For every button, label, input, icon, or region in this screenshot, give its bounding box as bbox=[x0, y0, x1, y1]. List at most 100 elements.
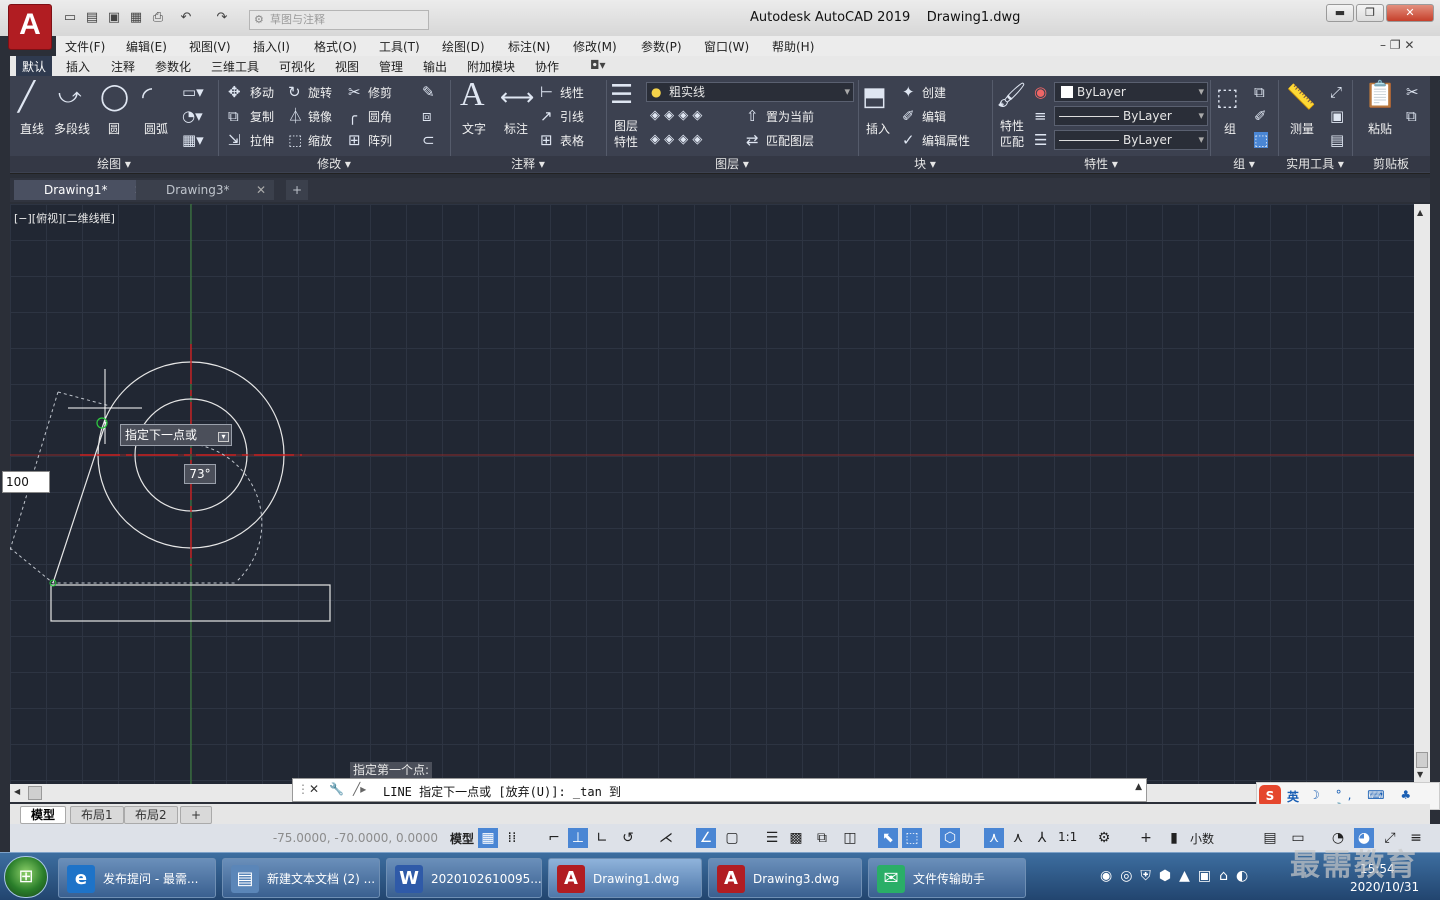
color-dropdown[interactable]: ByLayer bbox=[1054, 82, 1208, 102]
new-tab-button[interactable]: + bbox=[286, 180, 308, 200]
grid-icon[interactable]: ▦ bbox=[478, 828, 498, 848]
system-tray-icons[interactable]: ◉◎⛨⬢▲▣⌂◐ bbox=[1100, 868, 1256, 884]
menu-edit[interactable]: 编辑(E) bbox=[126, 38, 167, 55]
line-tool-label[interactable]: 直线 bbox=[20, 120, 44, 137]
text-label[interactable]: 文字 bbox=[462, 120, 486, 137]
open-file-icon[interactable]: ▤ bbox=[84, 10, 100, 26]
annotation-scale[interactable]: 1:1 bbox=[1058, 830, 1077, 844]
stretch-icon[interactable]: ⇲ bbox=[228, 132, 241, 148]
transparency-icon[interactable]: ▩ bbox=[786, 828, 806, 848]
menu-help[interactable]: 帮助(H) bbox=[772, 38, 814, 55]
dynamic-input-icon[interactable]: ⊥ bbox=[568, 828, 588, 848]
annotation-scale-icon[interactable]: ⅄ bbox=[1032, 828, 1052, 848]
move-icon[interactable]: ✥ bbox=[228, 84, 241, 100]
menu-draw[interactable]: 绘图(D) bbox=[442, 38, 485, 55]
taskbar-item-drawing1[interactable]: A Drawing1.dwg bbox=[548, 858, 702, 898]
move-label[interactable]: 移动 bbox=[250, 84, 274, 101]
panel-properties[interactable]: 特性 ▾ bbox=[992, 156, 1210, 172]
panel-draw[interactable]: 绘图 ▾ bbox=[10, 156, 218, 172]
mirror-icon[interactable]: ⏃ bbox=[288, 108, 303, 124]
set-current-label[interactable]: 置为当前 bbox=[766, 108, 814, 125]
hatch-icon[interactable]: ◔▾ bbox=[182, 108, 203, 124]
undo-icon[interactable]: ↶ bbox=[178, 10, 194, 26]
workspace-gear-icon[interactable]: ⚙ bbox=[1094, 828, 1114, 848]
offset-icon[interactable]: ⊂ bbox=[422, 132, 435, 148]
panel-groups[interactable]: 组 ▾ bbox=[1210, 156, 1278, 172]
select-all-icon[interactable]: ▣ bbox=[1330, 108, 1344, 124]
trim-icon[interactable]: ✂ bbox=[348, 84, 361, 100]
tab-addins[interactable]: 附加模块 bbox=[467, 58, 515, 75]
array-icon[interactable]: ⊞ bbox=[348, 132, 361, 148]
scale-icon[interactable]: ⬚ bbox=[288, 132, 302, 148]
minimize-button[interactable]: ▬ bbox=[1326, 4, 1354, 22]
tab-parametric[interactable]: 参数化 bbox=[155, 58, 191, 75]
edit-label[interactable]: 编辑 bbox=[922, 108, 946, 125]
tab-default[interactable]: 默认 bbox=[16, 56, 53, 76]
menu-insert[interactable]: 插入(I) bbox=[253, 38, 290, 55]
circle-icon[interactable]: ◯ bbox=[100, 82, 129, 112]
menu-format[interactable]: 格式(O) bbox=[314, 38, 357, 55]
3d-osnap-icon[interactable]: ◫ bbox=[840, 828, 860, 848]
taskbar-item-browser[interactable]: e 发布提问 - 最需... bbox=[58, 858, 216, 898]
rectangle-icon[interactable]: ▭▾ bbox=[182, 84, 204, 100]
quick-select-icon[interactable]: ⤢ bbox=[1330, 84, 1342, 100]
taskbar-item-notepad[interactable]: ▤ 新建文本文档 (2) ... bbox=[222, 858, 380, 898]
gradient-icon[interactable]: ▦▾ bbox=[182, 132, 204, 148]
start-button[interactable]: ⊞ bbox=[4, 856, 48, 898]
selection-cycling-icon[interactable]: ⧉ bbox=[812, 828, 832, 848]
copy-clip-icon[interactable]: ⧉ bbox=[1406, 108, 1417, 124]
menu-dimension[interactable]: 标注(N) bbox=[508, 38, 550, 55]
copy-label[interactable]: 复制 bbox=[250, 108, 274, 125]
customize-icon[interactable]: 🔧 bbox=[329, 782, 344, 796]
copy-icon[interactable]: ⧉ bbox=[228, 108, 239, 124]
explode-icon[interactable]: ⧈ bbox=[422, 108, 432, 124]
text-icon[interactable]: A bbox=[460, 78, 485, 112]
quick-properties-icon[interactable]: ▤ bbox=[1260, 828, 1280, 848]
tab-visualize[interactable]: 可视化 bbox=[279, 58, 315, 75]
history-toggle-icon[interactable]: ▲ bbox=[1135, 782, 1142, 792]
rotate-label[interactable]: 旋转 bbox=[308, 84, 332, 101]
close-icon[interactable]: ✕ bbox=[256, 180, 266, 200]
close-button[interactable]: ✕ bbox=[1386, 4, 1434, 22]
create-label[interactable]: 创建 bbox=[922, 84, 946, 101]
lineweight-icon[interactable]: ☰ bbox=[1034, 132, 1047, 148]
arc-tool-label[interactable]: 圆弧 bbox=[144, 120, 168, 137]
stretch-label[interactable]: 拉伸 bbox=[250, 132, 274, 149]
polyline-icon[interactable]: ⤻ bbox=[58, 82, 82, 112]
object-snap-tracking-icon[interactable]: ∠ bbox=[696, 828, 716, 848]
taskbar-item-drawing3[interactable]: A Drawing3.dwg bbox=[708, 858, 862, 898]
panel-modify[interactable]: 修改 ▾ bbox=[218, 156, 450, 172]
tab-collaborate[interactable]: 协作 bbox=[535, 58, 559, 75]
insert-label[interactable]: 插入 bbox=[866, 120, 890, 137]
polar-icon[interactable]: ↺ bbox=[618, 828, 638, 848]
erase-icon[interactable]: ✎ bbox=[422, 84, 435, 100]
cut-icon[interactable]: ✂ bbox=[1406, 84, 1419, 100]
edit-attributes-icon[interactable]: ✓ bbox=[902, 132, 915, 148]
command-input[interactable]: LINE 指定下一点或 [放弃(U)]: _tan 到 bbox=[383, 783, 621, 800]
menu-window[interactable]: 窗口(W) bbox=[704, 38, 749, 55]
hscroll-thumb[interactable] bbox=[28, 786, 42, 800]
leader-icon[interactable]: ↗ bbox=[540, 108, 553, 124]
fillet-label[interactable]: 圆角 bbox=[368, 108, 392, 125]
panel-annotation[interactable]: 注释 ▾ bbox=[450, 156, 606, 172]
angle-input[interactable]: 73° bbox=[184, 464, 216, 484]
match-properties-icon[interactable]: 🖌 bbox=[996, 80, 1026, 110]
linear-dim-icon[interactable]: ⊢ bbox=[540, 84, 553, 100]
options-icon[interactable]: ▾ bbox=[218, 432, 229, 442]
length-input[interactable]: 100 bbox=[2, 471, 50, 493]
group-icon[interactable]: ⬚ bbox=[1216, 82, 1239, 112]
fillet-icon[interactable]: ╭ bbox=[348, 108, 357, 124]
object-snap-icon[interactable]: ▢ bbox=[722, 828, 742, 848]
annotation-visibility-icon[interactable]: ⋏ bbox=[984, 828, 1004, 848]
menu-file[interactable]: 文件(F) bbox=[65, 38, 105, 55]
menu-view[interactable]: 视图(V) bbox=[189, 38, 231, 55]
match-layer-icon[interactable]: ⇄ bbox=[746, 132, 759, 148]
linetype-dropdown[interactable]: ByLayer bbox=[1054, 106, 1208, 126]
selection-filter-icon[interactable]: ⬚ bbox=[902, 828, 922, 848]
ribbon-toggle-icon[interactable]: ◘▾ bbox=[590, 58, 606, 72]
coordinate-readout[interactable]: -75.0000, -70.0000, 0.0000 bbox=[262, 826, 442, 850]
table-label[interactable]: 表格 bbox=[560, 132, 584, 149]
taskbar-item-wechat[interactable]: ✉ 文件传输助手 bbox=[868, 858, 1026, 898]
line-icon[interactable]: ╱ bbox=[18, 82, 35, 112]
tab-view[interactable]: 视图 bbox=[335, 58, 359, 75]
